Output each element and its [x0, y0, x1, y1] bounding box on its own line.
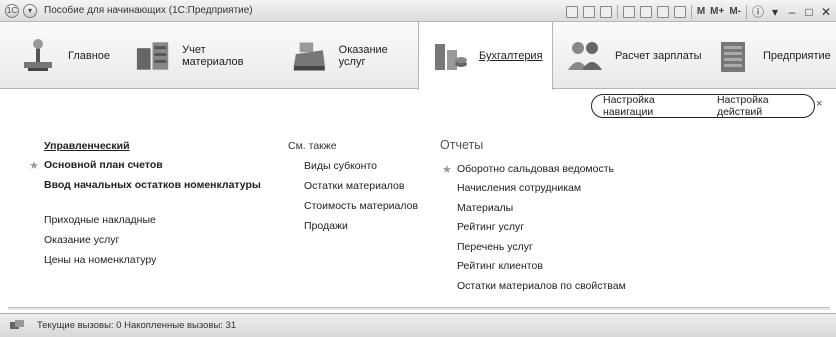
favorites-icon[interactable] — [622, 5, 635, 18]
see-also-header: См. также — [288, 140, 337, 152]
minimize-icon[interactable]: – — [786, 5, 798, 19]
main-menu-icon[interactable]: ▾ — [23, 4, 37, 18]
link-subconto-types[interactable]: Виды субконто — [304, 160, 377, 172]
section-enterprise[interactable]: Предприятие — [713, 22, 834, 89]
preview-icon[interactable] — [599, 5, 612, 18]
toolbar-separator — [690, 4, 692, 19]
close-icon[interactable]: × — [816, 98, 822, 110]
save-icon[interactable] — [565, 5, 578, 18]
report-materials-by-properties[interactable]: Остатки материалов по свойствам — [457, 280, 626, 292]
toolbar-separator — [616, 4, 618, 19]
link-prices[interactable]: Цены на номенклатуру — [44, 254, 156, 266]
link-receipt-invoices[interactable]: Приходные накладные — [44, 214, 156, 226]
favorite-star-icon[interactable]: ★ — [29, 159, 39, 172]
settings-navigation-link[interactable]: Настройка навигации — [603, 94, 705, 118]
app-logo-icon[interactable]: 1С — [5, 4, 19, 18]
navigation-panel: Настройка навигации Настройка действий ×… — [8, 90, 830, 308]
report-employee-accruals[interactable]: Начисления сотрудникам — [457, 182, 581, 194]
section-label: Главное — [68, 49, 111, 62]
toolbar-separator — [746, 4, 747, 19]
section-accounting[interactable]: Бухгалтерия — [418, 22, 553, 90]
memory-button[interactable]: M — [697, 6, 705, 17]
warehouse-icon — [136, 41, 169, 70]
table-icon[interactable] — [656, 5, 669, 18]
section-label: Расчет зарплаты — [615, 49, 702, 62]
favorite-star-icon[interactable]: ★ — [442, 163, 452, 176]
maximize-icon[interactable]: □ — [803, 5, 815, 19]
print-icon[interactable] — [582, 5, 595, 18]
link-sales[interactable]: Продажи — [304, 220, 348, 232]
navigation-settings-group: Настройка навигации Настройка действий — [591, 94, 815, 118]
report-services-list[interactable]: Перечень услуг — [457, 241, 533, 253]
people-icon — [568, 41, 602, 70]
title-toolbar: M M+ M- ⓘ ▾ – □ ✕ — [565, 3, 832, 20]
building-icon — [721, 41, 745, 72]
link-services[interactable]: Оказание услуг — [44, 234, 119, 246]
link-opening-balances[interactable]: Ввод начальных остатков номенклатуры — [44, 179, 261, 191]
link-managerial[interactable]: Управленческий — [44, 140, 130, 152]
history-icon[interactable] — [639, 5, 652, 18]
content-bottom-border — [8, 307, 830, 310]
report-materials[interactable]: Материалы — [457, 202, 513, 214]
section-label: Оказание услуг — [338, 43, 388, 68]
memory-plus-button[interactable]: M+ — [710, 6, 724, 17]
section-label: Бухгалтерия — [479, 50, 543, 62]
status-calls-text: Текущие вызовы: 0 Накопленные вызовы: 31 — [37, 320, 237, 331]
settings-actions-link[interactable]: Настройка действий — [717, 94, 814, 118]
info-icon[interactable]: ⓘ — [752, 3, 764, 20]
report-clients-rating[interactable]: Рейтинг клиентов — [457, 260, 543, 272]
link-material-cost[interactable]: Стоимость материалов — [304, 200, 418, 212]
home-icon — [24, 38, 52, 71]
close-icon[interactable]: ✕ — [820, 5, 832, 19]
section-label: Предприятие — [763, 49, 831, 62]
calendar-icon[interactable] — [673, 5, 686, 18]
reports-header: Отчеты — [440, 138, 484, 152]
section-salary[interactable]: Расчет зарплаты — [565, 22, 705, 89]
sections-panel: Главное Учет материалов Оказание услуг Б… — [0, 22, 836, 90]
section-materials[interactable]: Учет материалов — [133, 22, 268, 89]
cash-register-icon — [293, 41, 325, 71]
memory-minus-button[interactable]: M- — [729, 6, 741, 17]
calls-monitor-icon[interactable] — [10, 320, 24, 332]
link-material-balances[interactable]: Остатки материалов — [304, 180, 404, 192]
accounting-icon — [435, 44, 467, 70]
report-services-rating[interactable]: Рейтинг услуг — [457, 221, 524, 233]
section-label: Учет материалов — [182, 43, 244, 68]
dropdown-icon[interactable]: ▾ — [769, 5, 781, 19]
section-home[interactable]: Главное — [18, 22, 128, 89]
title-bar: 1С ▾ Пособие для начинающих (1С:Предприя… — [0, 0, 836, 22]
section-services[interactable]: Оказание услуг — [290, 22, 415, 89]
report-turnover-balance[interactable]: Оборотно сальдовая ведомость — [457, 163, 614, 175]
link-chart-of-accounts[interactable]: Основной план счетов — [44, 159, 163, 171]
window-title: Пособие для начинающих (1С:Предприятие) — [44, 5, 253, 16]
status-bar: Текущие вызовы: 0 Накопленные вызовы: 31 — [0, 313, 836, 337]
